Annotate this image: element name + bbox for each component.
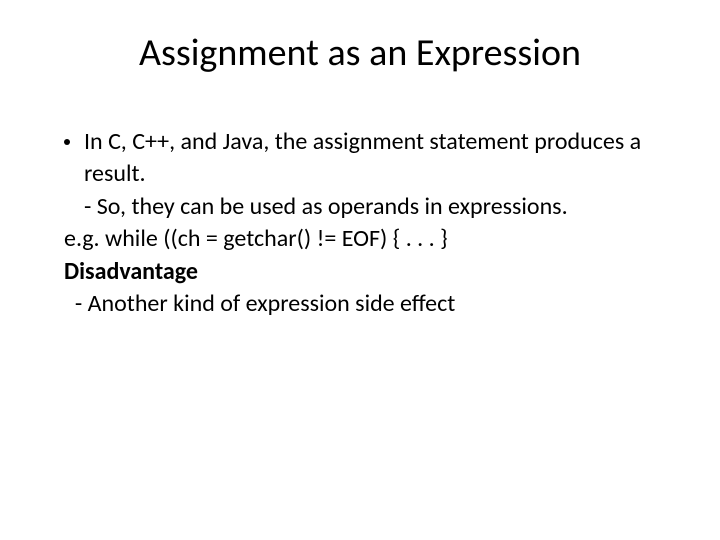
example-line: e.g. while ((ch = getchar() != EOF) { . … [64,223,670,255]
slide-body: In C, C++, and Java, the assignment stat… [50,126,670,320]
disadvantage-text: - Another kind of expression side effect [64,288,670,320]
bullet-icon [64,139,70,145]
bullet-text-line1: In C, C++, and Java, the assignment stat… [84,126,670,191]
bullet-item: In C, C++, and Java, the assignment stat… [64,126,670,223]
bullet-sub-line: - So, they can be used as operands in ex… [84,191,670,223]
disadvantage-heading: Disadvantage [64,256,670,288]
slide-title: Assignment as an Expression [50,30,670,76]
